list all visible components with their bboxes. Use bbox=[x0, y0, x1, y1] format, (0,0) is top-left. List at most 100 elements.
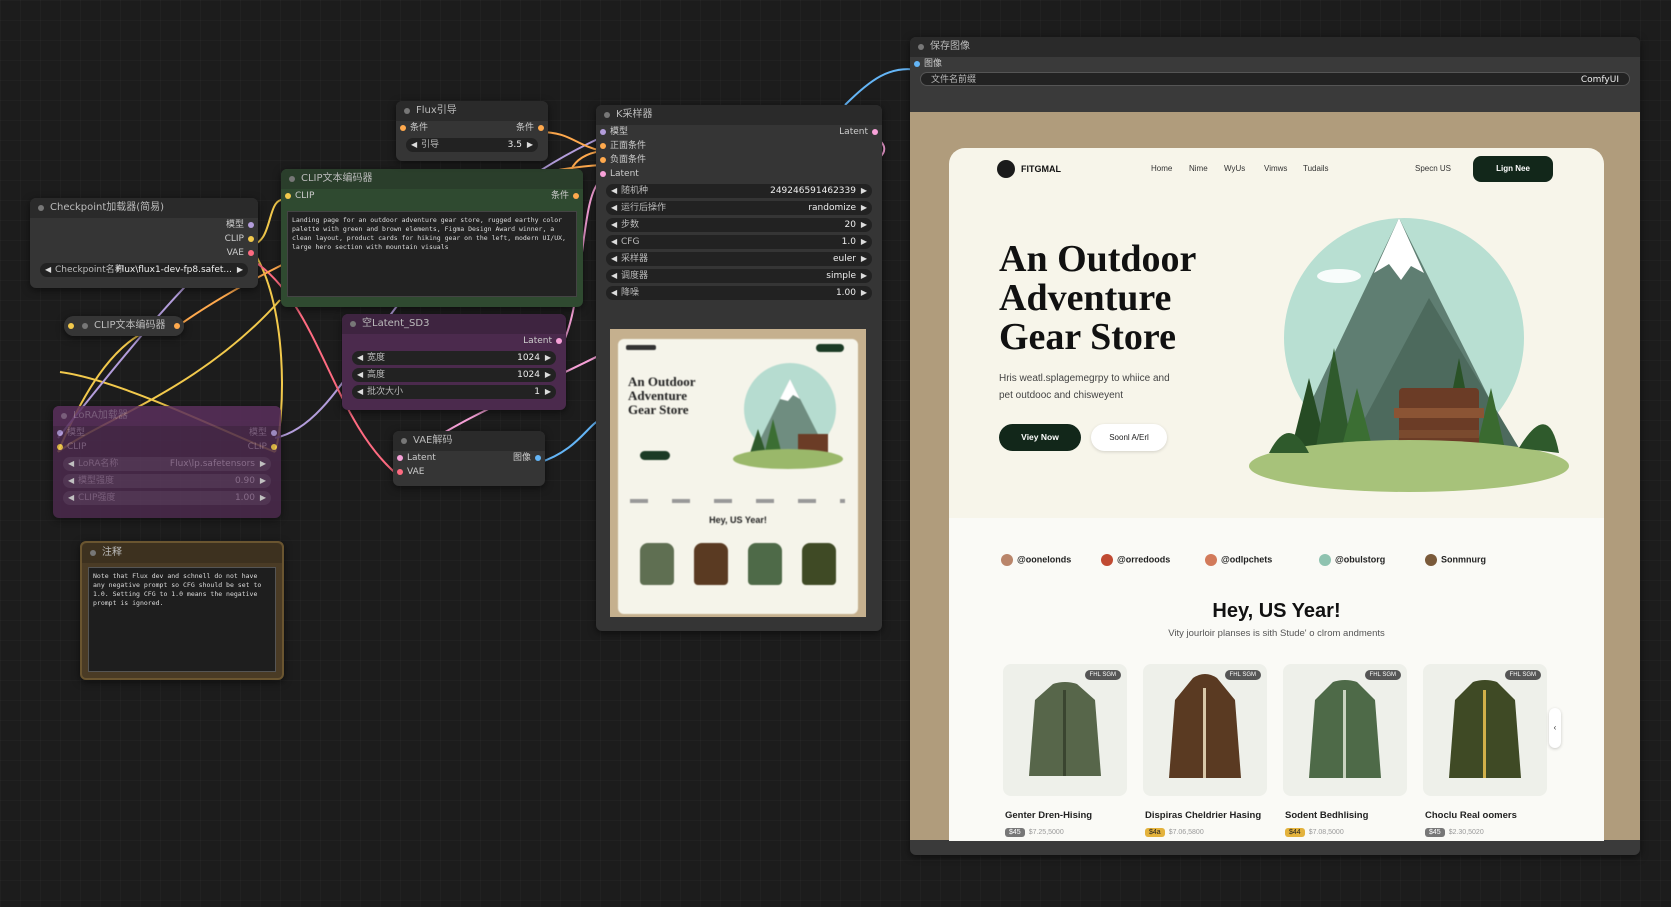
scheduler-widget[interactable]: ◀ 调度器 simple ▶ bbox=[606, 269, 872, 283]
input-pin-model[interactable] bbox=[57, 430, 63, 436]
site-product-name: Genter Dren-Hising bbox=[1005, 810, 1093, 821]
collapse-dot-icon[interactable] bbox=[38, 205, 44, 211]
output-pin-clip[interactable] bbox=[248, 236, 254, 242]
output-pin-vae[interactable] bbox=[248, 250, 254, 256]
jacket-illustration bbox=[1169, 674, 1241, 778]
output-pin-cond[interactable] bbox=[174, 323, 180, 329]
avatar bbox=[1205, 554, 1217, 566]
lora-model-strength-widget[interactable]: ◀ 模型强度 0.90 ▶ bbox=[63, 474, 271, 488]
collapse-dot-icon[interactable] bbox=[82, 323, 88, 329]
node-title: CLIP文本编码器 bbox=[301, 173, 373, 184]
node-title: 空Latent_SD3 bbox=[362, 318, 430, 329]
output-pin-cond[interactable] bbox=[538, 125, 544, 131]
arrow-right-icon[interactable]: ▶ bbox=[237, 263, 243, 277]
node-empty-latent-sd3[interactable]: 空Latent_SD3 Latent ◀ 宽度 1024 ▶ ◀ 高度 1024 ▶ ◀ 批次… bbox=[342, 314, 566, 410]
input-pin-vae[interactable] bbox=[397, 469, 403, 475]
input-pin-cond[interactable] bbox=[400, 125, 406, 131]
collapse-dot-icon[interactable] bbox=[350, 321, 356, 327]
collapse-dot-icon[interactable] bbox=[604, 112, 610, 118]
site-nav-item: WyUs bbox=[1224, 164, 1246, 173]
avatar bbox=[1319, 554, 1331, 566]
collapse-dot-icon[interactable] bbox=[90, 550, 96, 556]
site-product-card: FHL SGM bbox=[1423, 664, 1547, 796]
prompt-textarea[interactable]: Landing page for an outdoor adventure ge… bbox=[287, 211, 577, 297]
input-pin-model[interactable] bbox=[600, 129, 606, 135]
input-pin-clip[interactable] bbox=[285, 193, 291, 199]
output-label: VAE bbox=[226, 248, 244, 258]
site-product-name: Sodent Bedhlising bbox=[1285, 810, 1369, 821]
node-lora-loader-bypassed[interactable]: LoRA加载器 模型 模型 CLIP CLIP ◀ LoRA名称 Flux\lp.saf… bbox=[53, 406, 281, 518]
site-product-price: $4a $7.06,5800 bbox=[1145, 828, 1204, 837]
input-pin-negative[interactable] bbox=[600, 157, 606, 163]
site-social-handle: @odlpchets bbox=[1205, 554, 1272, 566]
generated-landing-page-image: FITGMAL Home Nime WyUs Vimws Tudails Spe… bbox=[949, 148, 1604, 841]
note-text[interactable]: Note that Flux dev and schnell do not ha… bbox=[88, 567, 276, 672]
site-nav-item: Vimws bbox=[1264, 164, 1288, 173]
node-clip-text-encoder-positive[interactable]: CLIP文本编码器 CLIP 条件 Landing page for an out… bbox=[281, 169, 583, 307]
site-secondary-button: Soonl A/Erl bbox=[1091, 424, 1167, 451]
node-title: VAE解码 bbox=[413, 435, 453, 446]
site-view-now-button: Viey Now bbox=[999, 424, 1081, 451]
node-vae-decode[interactable]: VAE解码 Latent 图像 VAE bbox=[393, 431, 545, 486]
input-pin-positive[interactable] bbox=[600, 143, 606, 149]
guidance-widget[interactable]: ◀ 引导 3.5 ▶ bbox=[406, 138, 538, 152]
input-pin-clip[interactable] bbox=[57, 444, 63, 450]
arrow-left-icon[interactable]: ◀ bbox=[45, 263, 51, 277]
node-ksampler[interactable]: K采样器 模型 Latent 正面条件 负面条件 Latent ◀ 随机种 24924… bbox=[596, 105, 882, 631]
control-after-generate-widget[interactable]: ◀ 运行后操作 randomize ▶ bbox=[606, 201, 872, 215]
site-product-price: $45 $7.25,5000 bbox=[1005, 828, 1064, 837]
node-note[interactable]: 注释 Note that Flux dev and schnell do not… bbox=[80, 541, 284, 680]
output-pin-latent[interactable] bbox=[872, 129, 878, 135]
sampler-widget[interactable]: ◀ 采样器 euler ▶ bbox=[606, 252, 872, 266]
site-social-handle: Sonmnurg bbox=[1425, 554, 1486, 566]
site-carousel-next-icon: ‹ bbox=[1549, 708, 1561, 748]
output-pin-model[interactable] bbox=[271, 430, 277, 436]
thumb-hero-title: An Outdoor Adventure Gear Store bbox=[628, 374, 696, 417]
collapse-dot-icon[interactable] bbox=[61, 413, 67, 419]
site-hero-title: An Outdoor Adventure Gear Store bbox=[999, 238, 1197, 358]
seed-widget[interactable]: ◀ 随机种 249246591462339 ▶ bbox=[606, 184, 872, 198]
input-pin-clip[interactable] bbox=[68, 323, 74, 329]
site-social-handle: @oonelonds bbox=[1001, 554, 1071, 566]
site-section-subtitle: Vity jourloir planses is sith Stude' o c… bbox=[1168, 628, 1385, 639]
input-pin-image[interactable] bbox=[914, 61, 920, 67]
output-pin-latent[interactable] bbox=[556, 338, 562, 344]
site-logo-icon bbox=[997, 160, 1015, 178]
wire-cond bbox=[539, 131, 603, 152]
width-widget[interactable]: ◀ 宽度 1024 ▶ bbox=[352, 351, 556, 365]
site-hero-subtitle: Hris weatl.splagemegrpy to whiice and pe… bbox=[999, 373, 1170, 401]
lora-name-widget[interactable]: ◀ LoRA名称 Flux\lp.safetensors ▶ bbox=[63, 457, 271, 471]
node-clip-text-encoder-collapsed[interactable]: CLIP文本编码器 bbox=[64, 316, 184, 336]
jacket-illustration bbox=[1309, 680, 1381, 778]
steps-widget[interactable]: ◀ 步数 20 ▶ bbox=[606, 218, 872, 232]
collapse-dot-icon[interactable] bbox=[401, 438, 407, 444]
node-flux-guidance[interactable]: Flux引导 条件 条件 ◀ 引导 3.5 ▶ bbox=[396, 101, 548, 161]
collapse-dot-icon[interactable] bbox=[404, 108, 410, 114]
input-pin-latent[interactable] bbox=[600, 171, 606, 177]
avatar bbox=[1425, 554, 1437, 566]
output-pin-clip[interactable] bbox=[271, 444, 277, 450]
node-title: K采样器 bbox=[616, 109, 653, 120]
filename-prefix-widget[interactable]: 文件名前缀 ComfyUI bbox=[920, 72, 1630, 86]
thumb-mountain-illustration bbox=[733, 363, 843, 469]
lora-clip-strength-widget[interactable]: ◀ CLIP强度 1.00 ▶ bbox=[63, 491, 271, 505]
output-pin-image[interactable] bbox=[535, 455, 541, 461]
output-pin-model[interactable] bbox=[248, 222, 254, 228]
jacket-illustration bbox=[1029, 682, 1101, 776]
site-product-name: Choclu Real oomers bbox=[1425, 810, 1517, 821]
batch-size-widget[interactable]: ◀ 批次大小 1 ▶ bbox=[352, 385, 556, 399]
site-social-handle: @obulstorg bbox=[1319, 554, 1385, 566]
checkpoint-name-widget[interactable]: ◀ Checkpoint名称 Flux\flux1-dev-fp8.safet...… bbox=[40, 263, 248, 277]
height-widget[interactable]: ◀ 高度 1024 ▶ bbox=[352, 368, 556, 382]
output-label: CLIP bbox=[224, 234, 244, 244]
output-pin-cond[interactable] bbox=[573, 193, 579, 199]
site-product-card: FHL SGM bbox=[1283, 664, 1407, 796]
denoise-widget[interactable]: ◀ 降噪 1.00 ▶ bbox=[606, 286, 872, 300]
input-pin-latent[interactable] bbox=[397, 455, 403, 461]
collapse-dot-icon[interactable] bbox=[289, 176, 295, 182]
node-title: CLIP文本编码器 bbox=[94, 320, 166, 331]
node-checkpoint-loader[interactable]: Checkpoint加载器(简易) 模型 CLIP VAE ◀ Checkpoin… bbox=[30, 198, 258, 288]
cfg-widget[interactable]: ◀ CFG 1.0 ▶ bbox=[606, 235, 872, 249]
collapse-dot-icon[interactable] bbox=[918, 44, 924, 50]
site-nav-home: Home bbox=[1151, 164, 1173, 173]
